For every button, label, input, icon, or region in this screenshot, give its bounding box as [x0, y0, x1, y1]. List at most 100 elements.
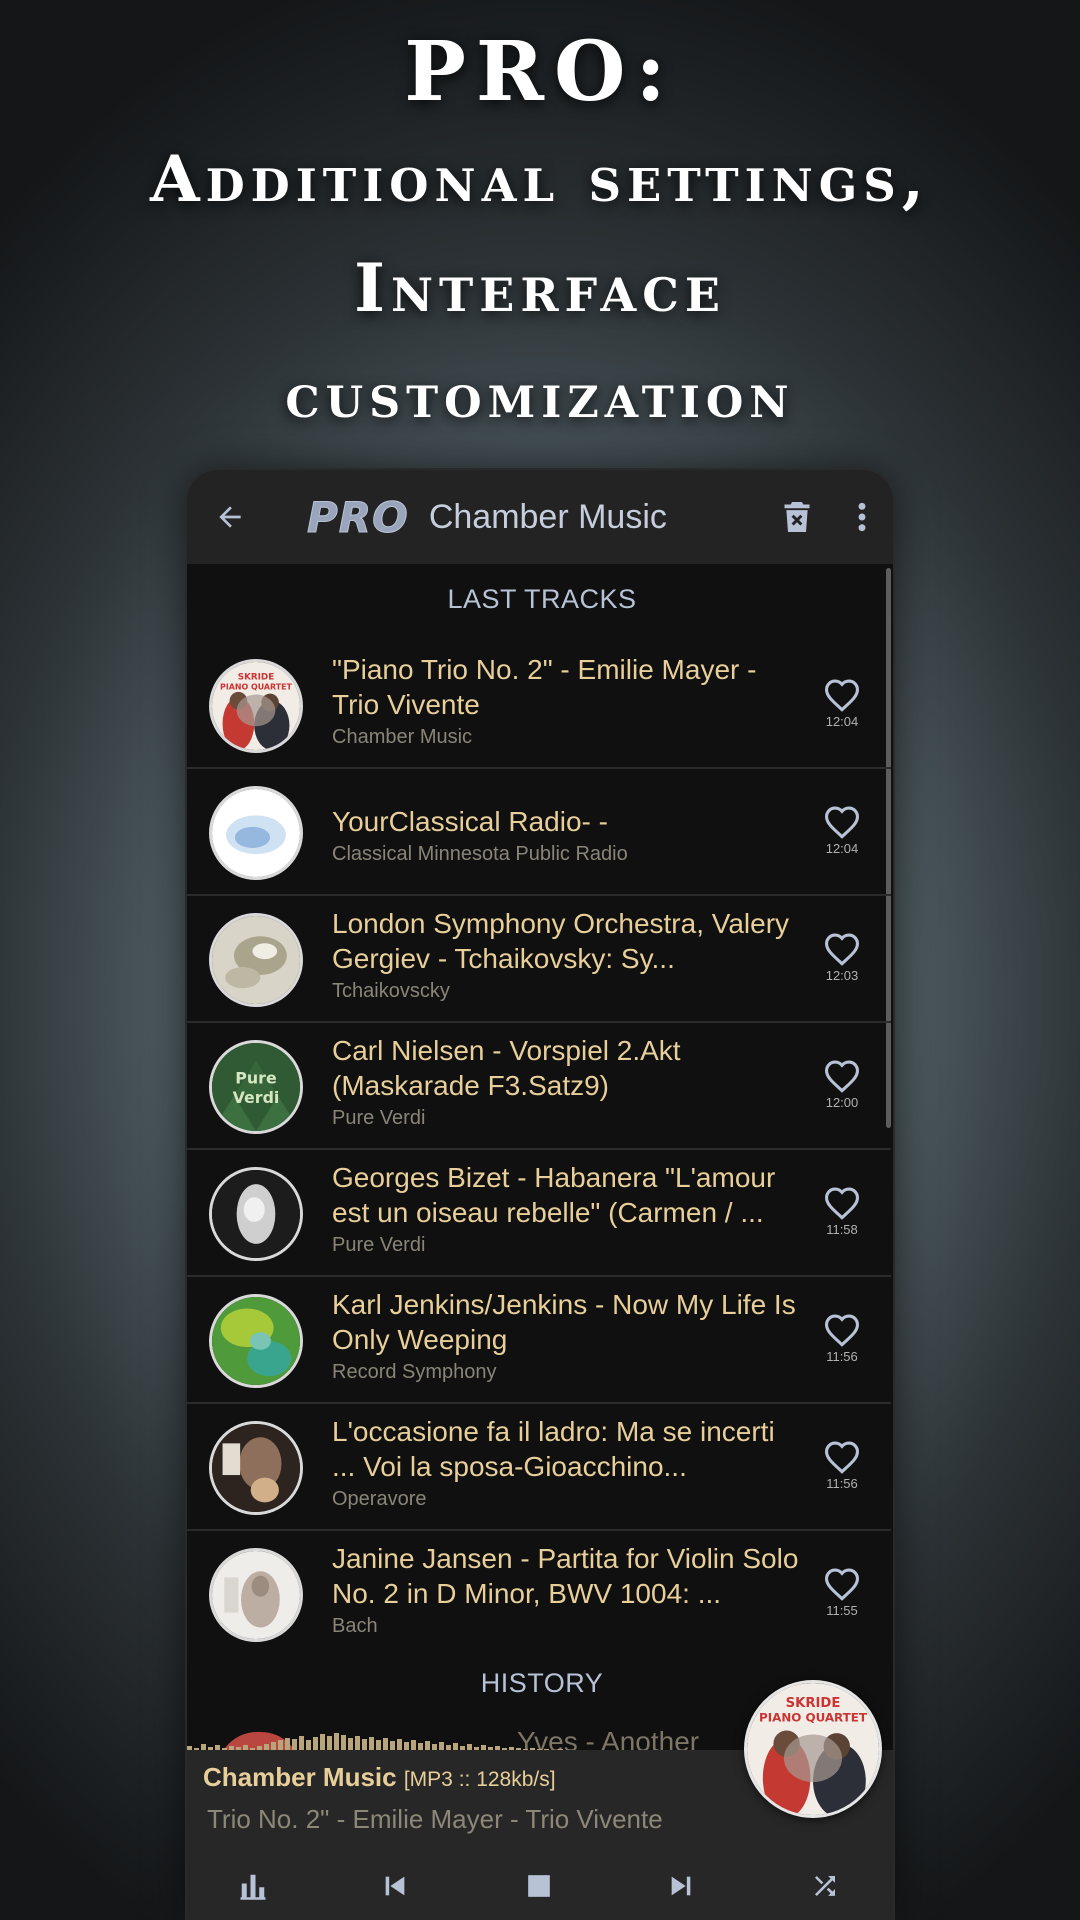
- last-tracks-list: SKRIDE PIANO QUARTET "Piano Trio No. 2" …: [187, 642, 891, 1658]
- station-logo-thumb: Pure Verdi: [209, 1040, 303, 1134]
- album-cover-thumb: SKRIDE PIANO QUARTET: [209, 659, 303, 753]
- album-cover-thumb: [209, 1294, 303, 1388]
- track-title: London Symphony Orchestra, Valery Gergie…: [332, 908, 790, 974]
- back-arrow-icon: [219, 506, 241, 528]
- track-station: Pure Verdi: [332, 1107, 426, 1129]
- heart-outline-icon: [824, 1060, 860, 1093]
- track-station: Operavore: [332, 1488, 427, 1510]
- skip-previous-icon: [385, 1876, 405, 1896]
- heart-outline-icon: [824, 1568, 860, 1601]
- more-vert-icon: [858, 502, 866, 532]
- track-text: Karl Jenkins/Jenkins - Now My Life Is On…: [332, 1287, 802, 1384]
- top-app-bar: PRO Chamber Music: [187, 470, 893, 564]
- heart-outline-icon: [824, 1441, 860, 1474]
- list-item[interactable]: Janine Jansen - Partita for Violin Solo …: [187, 1531, 891, 1658]
- track-text: L'occasione fa il ladro: Ma se incerti .…: [332, 1414, 802, 1511]
- headline-line-3: Interface: [354, 249, 726, 327]
- track-title: Janine Jansen - Partita for Violin Solo …: [332, 1543, 799, 1609]
- now-playing-station-name: Chamber Music: [203, 1762, 397, 1792]
- track-text: Carl Nielsen - Vorspiel 2.Akt (Maskarade…: [332, 1033, 802, 1130]
- track-time: 12:04: [825, 841, 859, 856]
- favorite-button[interactable]: 11:58: [814, 1186, 870, 1237]
- list-item[interactable]: SKRIDE PIANO QUARTET "Piano Trio No. 2" …: [187, 642, 891, 769]
- favorite-button[interactable]: 12:00: [814, 1059, 870, 1110]
- svg-text:SKRIDE: SKRIDE: [786, 1696, 841, 1711]
- station-logo-thumb: [209, 786, 303, 880]
- previous-button[interactable]: [365, 1856, 425, 1916]
- track-time: 11:58: [826, 1222, 858, 1237]
- svg-text:PIANO QUARTET: PIANO QUARTET: [759, 1710, 868, 1724]
- equalizer-icon: [240, 1874, 266, 1900]
- track-title: L'occasione fa il ladro: Ma se incerti .…: [332, 1416, 775, 1482]
- clear-history-button[interactable]: [767, 470, 827, 564]
- favorite-button[interactable]: 11:56: [814, 1313, 870, 1364]
- track-station: Tchaikovscky: [332, 980, 450, 1002]
- track-text: Georges Bizet - Habanera "L'amour est un…: [332, 1160, 802, 1257]
- svg-text:Pure: Pure: [235, 1068, 276, 1087]
- list-item[interactable]: Karl Jenkins/Jenkins - Now My Life Is On…: [187, 1277, 891, 1404]
- equalizer-button[interactable]: [223, 1856, 283, 1916]
- track-time: 12:04: [825, 714, 859, 729]
- svg-text:PIANO QUARTET: PIANO QUARTET: [220, 682, 292, 691]
- track-title: Karl Jenkins/Jenkins - Now My Life Is On…: [332, 1289, 796, 1355]
- track-station: Record Symphony: [332, 1361, 497, 1383]
- now-playing-track: Trio No. 2" - Emilie Mayer - Trio Vivent…: [207, 1804, 663, 1834]
- heart-outline-icon: [824, 806, 860, 839]
- pro-badge: PRO: [307, 492, 409, 542]
- album-cover-thumb: [209, 1548, 303, 1642]
- track-text: YourClassical Radio- - Classical Minneso…: [332, 779, 802, 866]
- track-station: Chamber Music: [332, 726, 473, 748]
- track-station: Classical Minnesota Public Radio: [332, 843, 628, 865]
- page-title: Chamber Music: [428, 497, 667, 536]
- track-text: London Symphony Orchestra, Valery Gergie…: [332, 906, 802, 1003]
- audio-visualizer: [187, 1733, 584, 1752]
- track-station: Bach: [332, 1615, 378, 1637]
- track-station: Pure Verdi: [332, 1234, 426, 1256]
- phone-screen: PRO Chamber Music LAST TRACKS SKRIDE PIA…: [185, 468, 895, 1920]
- album-cover-thumb: [209, 1167, 303, 1261]
- favorite-button[interactable]: 12:03: [814, 932, 870, 983]
- album-cover-thumb: [209, 1421, 303, 1515]
- track-title: "Piano Trio No. 2" - Emilie Mayer - Trio…: [332, 654, 757, 720]
- heart-outline-icon: [824, 933, 860, 966]
- promo-headline: PRO: Additional settings, Interface cust…: [0, 18, 1080, 450]
- list-item[interactable]: Georges Bizet - Habanera "L'amour est un…: [187, 1150, 891, 1277]
- stop-button[interactable]: [509, 1856, 569, 1916]
- track-time: 11:56: [826, 1349, 858, 1364]
- favorite-button[interactable]: 11:56: [814, 1440, 870, 1491]
- heart-outline-icon: [824, 679, 860, 712]
- trash-icon: [784, 502, 810, 532]
- now-playing-station: Chamber Music [MP3 :: 128kb/s]: [203, 1762, 556, 1793]
- stream-format: [MP3 :: 128kb/s]: [403, 1768, 556, 1791]
- list-item[interactable]: L'occasione fa il ladro: Ma se incerti .…: [187, 1404, 891, 1531]
- stop-icon: [528, 1875, 550, 1897]
- track-title: YourClassical Radio- -: [332, 806, 608, 837]
- heart-outline-icon: [824, 1187, 860, 1220]
- track-title: Georges Bizet - Habanera "L'amour est un…: [332, 1162, 776, 1228]
- headline-line-2: Additional settings,: [149, 142, 930, 217]
- headline-line-4: customization: [285, 359, 795, 432]
- shuffle-button[interactable]: [795, 1856, 855, 1916]
- player-controls: [187, 1856, 893, 1916]
- heart-outline-icon: [824, 1314, 860, 1347]
- track-time: 11:56: [826, 1476, 858, 1491]
- more-options-button[interactable]: [827, 470, 893, 564]
- svg-text:SKRIDE: SKRIDE: [238, 673, 275, 683]
- list-item[interactable]: YourClassical Radio- - Classical Minneso…: [187, 769, 891, 896]
- skip-next-icon: [671, 1876, 691, 1896]
- favorite-button[interactable]: 12:04: [814, 805, 870, 856]
- track-text: Janine Jansen - Partita for Violin Solo …: [332, 1541, 802, 1638]
- next-button[interactable]: [651, 1856, 711, 1916]
- now-playing-cover[interactable]: SKRIDE PIANO QUARTET: [744, 1680, 882, 1818]
- track-title: Carl Nielsen - Vorspiel 2.Akt (Maskarade…: [332, 1035, 681, 1101]
- track-time: 12:00: [825, 1095, 859, 1110]
- favorite-button[interactable]: 12:04: [814, 678, 870, 729]
- shuffle-icon: [815, 1876, 835, 1896]
- list-item[interactable]: Pure Verdi Carl Nielsen - Vorspiel 2.Akt…: [187, 1023, 891, 1150]
- back-button[interactable]: [187, 470, 273, 564]
- list-item[interactable]: London Symphony Orchestra, Valery Gergie…: [187, 896, 891, 1023]
- track-time: 12:03: [825, 968, 859, 983]
- album-cover-thumb: [209, 913, 303, 1007]
- favorite-button[interactable]: 11:55: [814, 1567, 870, 1618]
- svg-text:Verdi: Verdi: [233, 1088, 280, 1107]
